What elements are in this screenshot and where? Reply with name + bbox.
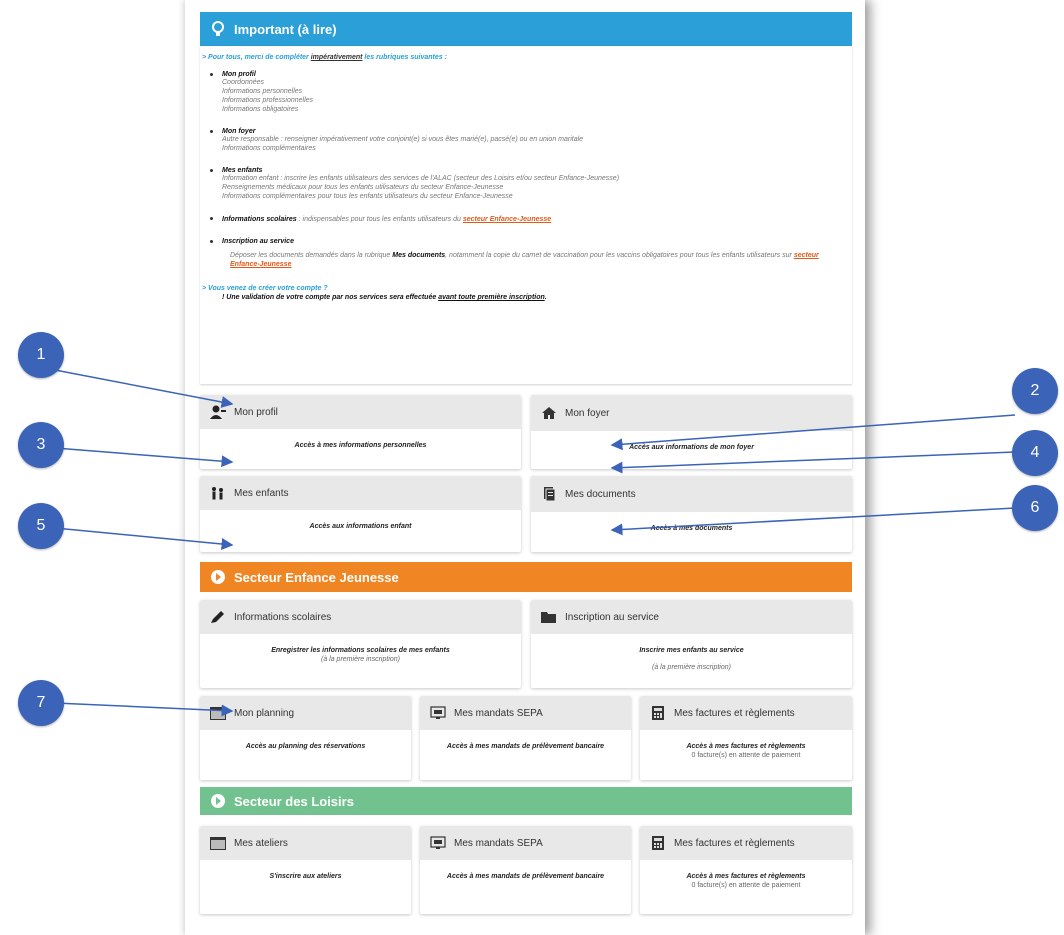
- card-desc-text: Enregistrer les informations scolaires d…: [271, 647, 450, 654]
- folder-icon: [541, 612, 556, 623]
- card-loisirs-mandats-sepa[interactable]: Mes mandats SEPA Accès à mes mandats de …: [420, 826, 631, 914]
- card-header: Mes factures et règlements: [640, 696, 852, 730]
- card-description: Enregistrer les informations scolaires d…: [200, 634, 521, 664]
- card-desc-sub: 0 facture(s) en attente de paiement: [691, 752, 801, 759]
- card-description: Accès à mes mandats de prélèvement banca…: [446, 743, 605, 750]
- card-description: Accès à mes factures et règlements 0 fac…: [640, 860, 852, 890]
- card-desc-sub: (à la première inscription): [321, 656, 400, 663]
- card-description: S'inscrire aux ateliers: [269, 873, 342, 880]
- calculator-icon: [652, 706, 664, 720]
- calendar-icon: [210, 837, 226, 850]
- card-description: Inscrire mes enfants au service (à la pr…: [531, 634, 852, 672]
- card-mon-planning[interactable]: Mon planning Accès au planning des réser…: [200, 696, 411, 780]
- sections-layer: Secteur Enfance Jeunesse Informations sc…: [200, 0, 852, 935]
- card-header: Mes factures et règlements: [640, 826, 852, 860]
- card-header: Mes mandats SEPA: [420, 826, 631, 860]
- card-desc-text: Accès à mes factures et règlements: [686, 743, 806, 750]
- card-header: Mes mandats SEPA: [420, 696, 631, 730]
- card-header: Informations scolaires: [200, 600, 521, 634]
- callout-badge-4: 4: [1012, 430, 1058, 476]
- card-header: Mes ateliers: [200, 826, 411, 860]
- card-title: Mon planning: [234, 707, 295, 719]
- card-desc-sub: (à la première inscription): [652, 664, 731, 671]
- card-title: Inscription au service: [565, 611, 659, 623]
- card-mes-factures[interactable]: Mes factures et règlements Accès à mes f…: [640, 696, 852, 780]
- card-header: Mon planning: [200, 696, 411, 730]
- callout-badge-3: 3: [18, 422, 64, 468]
- card-desc-text: Inscrire mes enfants au service: [639, 647, 744, 654]
- sepa-icon: [430, 836, 446, 849]
- calendar-icon: [210, 707, 226, 720]
- card-desc-sub: 0 facture(s) en attente de paiement: [691, 882, 801, 889]
- card-title: Mes factures et règlements: [674, 707, 795, 719]
- sepa-icon: [430, 706, 446, 719]
- card-title: Mes factures et règlements: [674, 837, 795, 849]
- enfance-bar: Secteur Enfance Jeunesse: [200, 562, 852, 592]
- pencil-icon: [211, 611, 224, 623]
- callout-badge-7: 7: [18, 680, 64, 726]
- card-description: Accès à mes factures et règlements 0 fac…: [640, 730, 852, 760]
- callout-badge-5: 5: [18, 503, 64, 549]
- callout-badge-1: 1: [18, 332, 64, 378]
- enfance-title: Secteur Enfance Jeunesse: [234, 569, 399, 585]
- loisirs-title: Secteur des Loisirs: [234, 793, 354, 809]
- callout-badge-2: 2: [1012, 368, 1058, 414]
- card-title: Mes ateliers: [234, 837, 288, 849]
- circle-arrow-icon: [211, 794, 225, 808]
- card-mes-mandats-sepa[interactable]: Mes mandats SEPA Accès à mes mandats de …: [420, 696, 631, 780]
- calculator-icon: [652, 836, 664, 850]
- callout-badge-6: 6: [1012, 485, 1058, 531]
- card-informations-scolaires[interactable]: Informations scolaires Enregistrer les i…: [200, 600, 521, 688]
- card-description: Accès à mes mandats de prélèvement banca…: [446, 873, 605, 880]
- card-inscription-au-service[interactable]: Inscription au service Inscrire mes enfa…: [531, 600, 852, 688]
- card-header: Inscription au service: [531, 600, 852, 634]
- card-mes-ateliers[interactable]: Mes ateliers S'inscrire aux ateliers: [200, 826, 411, 914]
- card-loisirs-factures[interactable]: Mes factures et règlements Accès à mes f…: [640, 826, 852, 914]
- card-desc-text: Accès à mes factures et règlements: [686, 873, 806, 880]
- card-description: Accès au planning des réservations: [245, 743, 366, 750]
- circle-arrow-icon: [211, 570, 225, 584]
- card-title: Mes mandats SEPA: [454, 707, 543, 719]
- card-title: Mes mandats SEPA: [454, 837, 543, 849]
- loisirs-bar: Secteur des Loisirs: [200, 787, 852, 815]
- card-title: Informations scolaires: [234, 611, 332, 623]
